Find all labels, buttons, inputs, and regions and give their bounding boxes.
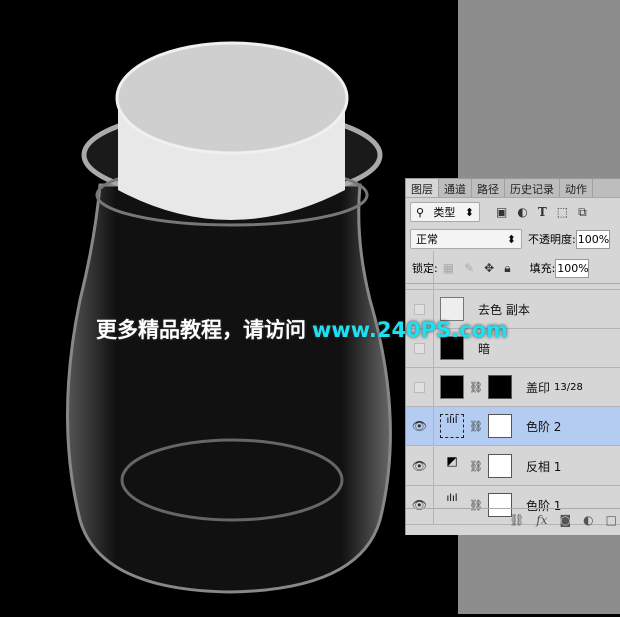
layer-row-selected[interactable]: 👁︎ ılıl ⛓ 色阶 2: [406, 406, 620, 446]
fx-icon[interactable]: fx: [536, 513, 547, 527]
panel-footer: ⛓ fx ◙ ◐ □: [406, 508, 620, 530]
layer-row[interactable]: 👁︎ ◩ ⛓ 反相 1: [406, 446, 620, 486]
layer-row-partial[interactable]: [406, 250, 620, 290]
smart-object-filter-icon[interactable]: ⧉: [578, 205, 587, 220]
layer-mask-thumbnail: [487, 454, 512, 478]
glass-jar-image: [66, 41, 392, 594]
link-icon: ⛓: [469, 419, 483, 433]
canvas-photo: [0, 0, 458, 614]
shape-filter-icon[interactable]: ⬚: [557, 205, 568, 219]
invert-icon: ◩: [440, 454, 464, 478]
tab-layers[interactable]: 图层: [406, 179, 439, 197]
link-layers-icon[interactable]: ⛓: [509, 513, 524, 527]
add-mask-icon[interactable]: ◙: [560, 513, 572, 527]
eye-icon[interactable]: 👁︎: [406, 406, 434, 446]
layer-name: 盖印: [525, 380, 550, 395]
layer-name: 反相 1: [525, 459, 562, 474]
tab-actions[interactable]: 动作: [560, 179, 593, 197]
opacity-input[interactable]: 100%: [575, 229, 610, 249]
tab-paths[interactable]: 路径: [472, 179, 505, 197]
adjustment-filter-icon[interactable]: ◐: [517, 205, 527, 219]
watermark: 更多精品教程，请访问 www.240PS.com: [96, 314, 508, 344]
visibility-toggle[interactable]: [406, 367, 434, 407]
layer-name-suffix: 13/28: [553, 381, 583, 393]
tab-history[interactable]: 历史记录: [505, 179, 560, 197]
spinner-icon: ⬍: [506, 232, 516, 246]
link-icon: ⛓: [469, 380, 483, 394]
search-icon: ⚲: [416, 205, 425, 219]
adjustment-layer-icon[interactable]: ◐: [583, 513, 593, 527]
levels-icon: ılıl: [440, 414, 464, 438]
eye-icon[interactable]: 👁︎: [406, 446, 434, 486]
new-group-icon[interactable]: □: [606, 513, 617, 527]
watermark-url: www.240PS.com: [312, 318, 508, 342]
layers-panel: 图层 通道 路径 历史记录 动作 ⚲ 类型 ⬍ ▣ ◐ T ⬚ ⧉ 正常 ⬍ 不透明度…: [405, 178, 620, 535]
layer-name: 色阶 2: [525, 419, 562, 434]
opacity-label: 不透明度:: [528, 233, 576, 246]
panel-tabs: 图层 通道 路径 历史记录 动作: [406, 179, 620, 198]
layer-thumbnail: [440, 375, 464, 399]
blend-mode-select[interactable]: 正常 ⬍: [410, 229, 522, 249]
layer-mask-thumbnail: [487, 375, 512, 399]
type-filter-icon[interactable]: T: [538, 205, 547, 219]
layer-mask-thumbnail: [487, 414, 512, 438]
image-filter-icon[interactable]: ▣: [496, 205, 507, 219]
filter-select[interactable]: ⚲ 类型 ⬍: [410, 202, 480, 222]
link-icon: ⛓: [469, 459, 483, 473]
layer-row[interactable]: ⛓ 盖印 13/28: [406, 367, 620, 407]
tab-channels[interactable]: 通道: [439, 179, 472, 197]
spinner-icon: ⬍: [464, 205, 474, 219]
watermark-text: 更多精品教程，请访问: [96, 318, 306, 342]
